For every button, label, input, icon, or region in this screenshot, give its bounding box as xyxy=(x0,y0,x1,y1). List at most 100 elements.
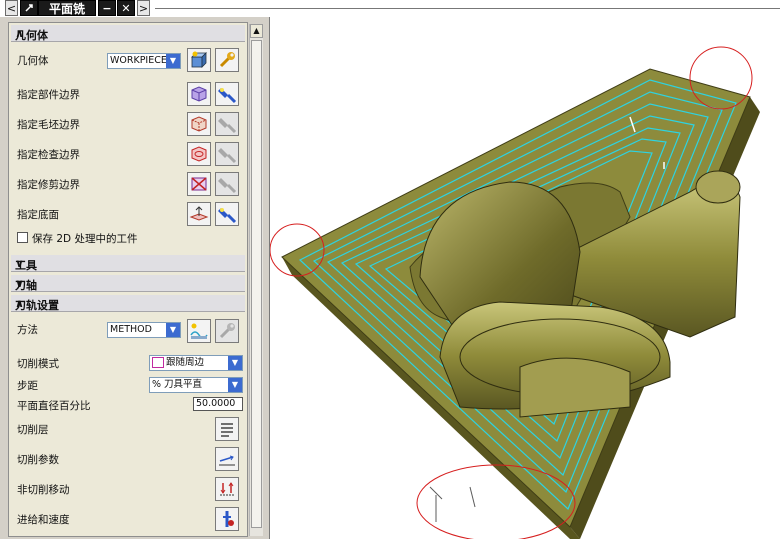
cut-levels-icon xyxy=(221,423,233,437)
cut-levels-button[interactable] xyxy=(215,417,239,441)
dialog-content: 几何体 ∧ 几何体 WORKPIECE_1 ▼ 指定部件边界 指定毛坯边界 指定… xyxy=(8,22,248,537)
row-trim-boundary: 指定修剪边界 xyxy=(11,172,245,196)
new-method-icon xyxy=(190,323,208,339)
section-geometry-header[interactable]: 几何体 ∧ xyxy=(11,25,245,42)
floor-label: 指定底面 xyxy=(17,209,59,221)
row-non-cutting: 非切削移动 xyxy=(11,477,245,501)
row-stepover: 步距 % 刀具平直 ▼ xyxy=(11,373,245,395)
check-boundary-icon xyxy=(191,146,207,162)
feeds-speeds-label: 进给和速度 xyxy=(17,514,70,526)
row-cut-params: 切削参数 xyxy=(11,447,245,471)
new-method-button[interactable] xyxy=(187,319,211,343)
flashlight-disabled-icon xyxy=(218,118,237,134)
row-floor: 指定底面 xyxy=(11,202,245,226)
display-check-boundary-button[interactable] xyxy=(215,142,239,166)
method-select[interactable]: METHOD ▼ xyxy=(107,322,181,338)
row-save-2d-ipw: 保存 2D 处理中的工件 xyxy=(11,229,245,247)
row-feeds-speeds: 进给和速度 xyxy=(11,507,245,531)
dropdown-arrow-icon[interactable]: ▼ xyxy=(166,323,180,337)
edit-method-button[interactable] xyxy=(215,319,239,343)
graphics-viewport[interactable] xyxy=(270,17,780,539)
section-tool-header[interactable]: 工具 ∨ xyxy=(11,255,245,272)
trim-boundary-icon xyxy=(191,177,207,191)
method-value: METHOD xyxy=(110,324,152,335)
row-method: 方法 METHOD ▼ xyxy=(11,317,245,343)
dropdown-arrow-icon[interactable]: ▼ xyxy=(166,54,180,68)
scroll-thumb[interactable] xyxy=(251,40,262,528)
feeds-speeds-icon xyxy=(223,511,234,527)
row-cut-levels: 切削层 xyxy=(11,417,245,441)
part-boundary-label: 指定部件边界 xyxy=(17,89,80,101)
new-geometry-button[interactable] xyxy=(187,48,211,72)
pin-icon[interactable] xyxy=(20,0,38,16)
geometry-select[interactable]: WORKPIECE_1 ▼ xyxy=(107,53,181,69)
blank-boundary-label: 指定毛坯边界 xyxy=(17,119,80,131)
check-boundary-label: 指定检查边界 xyxy=(17,149,80,161)
cut-params-icon xyxy=(219,455,235,466)
wrench-disabled-icon xyxy=(219,323,235,339)
percent-input[interactable]: 50.0000 xyxy=(193,397,243,411)
dropdown-arrow-icon[interactable]: ▼ xyxy=(228,356,242,370)
cut-params-label: 切削参数 xyxy=(17,454,59,466)
follow-periphery-icon xyxy=(152,357,164,368)
display-trim-boundary-button[interactable] xyxy=(215,172,239,196)
flashlight-icon xyxy=(218,208,237,224)
cut-pattern-select[interactable]: 跟随周边 ▼ xyxy=(149,355,243,371)
geometry-label: 几何体 xyxy=(17,55,49,67)
non-cutting-icon xyxy=(220,482,234,496)
cut-params-button[interactable] xyxy=(215,447,239,471)
row-part-boundary: 指定部件边界 xyxy=(11,82,245,106)
dialog-panel: 几何体 ∧ 几何体 WORKPIECE_1 ▼ 指定部件边界 指定毛坯边界 指定… xyxy=(0,17,270,539)
select-trim-boundary-button[interactable] xyxy=(187,172,211,196)
row-blank-boundary: 指定毛坯边界 xyxy=(11,112,245,136)
select-check-boundary-button[interactable] xyxy=(187,142,211,166)
non-cutting-label: 非切削移动 xyxy=(17,484,70,496)
minimize-button[interactable]: − xyxy=(98,0,116,16)
row-check-boundary: 指定检查边界 xyxy=(11,142,245,166)
title-bar: < 平面铣 − ✕ > xyxy=(0,0,780,17)
select-part-boundary-button[interactable] xyxy=(187,82,211,106)
title-divider xyxy=(155,8,780,9)
geometry-row: 几何体 WORKPIECE_1 ▼ xyxy=(11,48,245,72)
display-part-boundary-button[interactable] xyxy=(215,82,239,106)
new-geometry-icon xyxy=(191,51,207,68)
method-label: 方法 xyxy=(17,324,38,336)
section-axis-header[interactable]: 刀轴 ∨ xyxy=(11,275,245,292)
expand-icon[interactable]: ∨ xyxy=(15,257,240,270)
cut-pattern-value: 跟随周边 xyxy=(166,357,205,368)
trim-boundary-label: 指定修剪边界 xyxy=(17,179,80,191)
part-3d-model[interactable] xyxy=(270,17,780,539)
next-button[interactable]: > xyxy=(137,0,150,16)
collapse-icon[interactable]: ∧ xyxy=(15,27,240,40)
save-2d-ipw-checkbox[interactable] xyxy=(17,232,28,243)
display-floor-button[interactable] xyxy=(215,202,239,226)
select-blank-boundary-button[interactable] xyxy=(187,112,211,136)
row-percent: 平面直径百分比 50.0000 xyxy=(11,393,245,415)
stepover-select[interactable]: % 刀具平直 ▼ xyxy=(149,377,243,393)
section-path-settings-header[interactable]: 刀轨设置 ∧ xyxy=(11,295,245,312)
prev-button[interactable]: < xyxy=(5,0,18,16)
flashlight-icon xyxy=(218,88,237,104)
edit-geometry-button[interactable] xyxy=(215,48,239,72)
cut-levels-label: 切削层 xyxy=(17,424,49,436)
wrench-icon xyxy=(219,52,235,68)
collapse-icon[interactable]: ∧ xyxy=(15,297,240,310)
feeds-speeds-button[interactable] xyxy=(215,507,239,531)
stepover-value: % 刀具平直 xyxy=(152,379,203,390)
stepover-label: 步距 xyxy=(17,380,38,392)
floor-plane-icon xyxy=(189,206,209,221)
dropdown-arrow-icon[interactable]: ▼ xyxy=(228,378,242,392)
window-title: 平面铣 xyxy=(38,0,96,16)
display-blank-boundary-button[interactable] xyxy=(215,112,239,136)
percent-label: 平面直径百分比 xyxy=(17,400,91,412)
save-2d-ipw-label: 保存 2D 处理中的工件 xyxy=(32,233,138,245)
select-floor-button[interactable] xyxy=(187,202,211,226)
flashlight-disabled-icon xyxy=(218,148,237,164)
non-cutting-button[interactable] xyxy=(215,477,239,501)
close-button[interactable]: ✕ xyxy=(117,0,135,16)
expand-icon[interactable]: ∨ xyxy=(15,277,240,290)
flashlight-disabled-icon xyxy=(218,178,237,194)
panel-scrollbar[interactable]: ▲ xyxy=(249,24,263,536)
scroll-up-icon[interactable]: ▲ xyxy=(250,24,263,38)
part-boundary-icon xyxy=(191,86,207,102)
